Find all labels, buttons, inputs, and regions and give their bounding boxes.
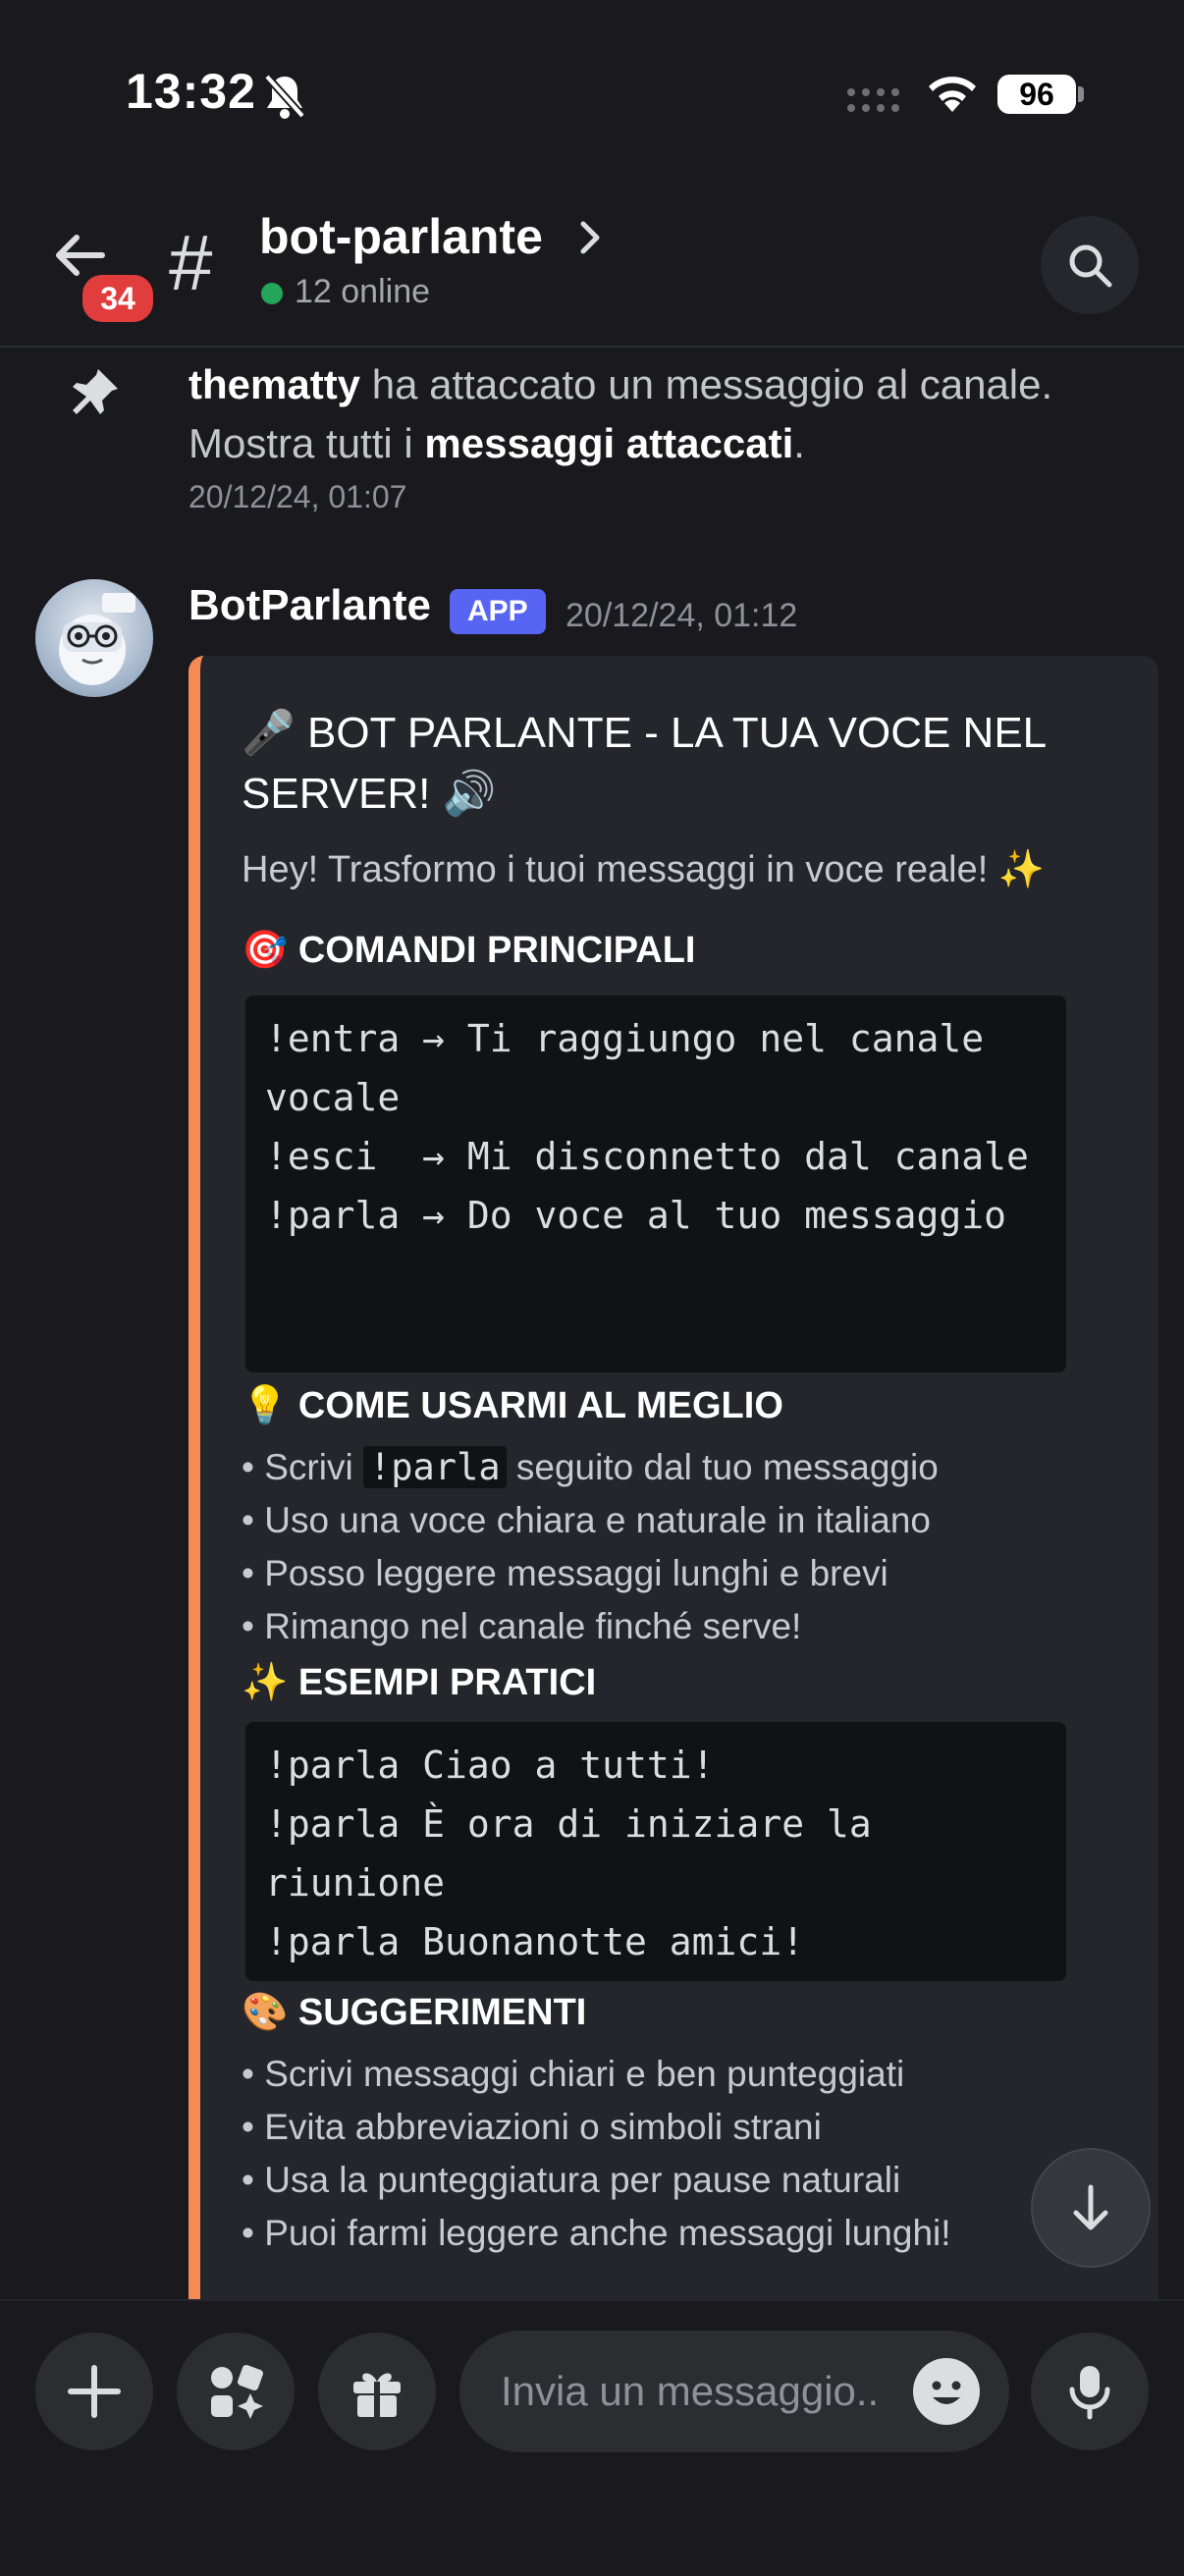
arrow-down-icon [1073, 2184, 1108, 2230]
pinned-messages-link[interactable]: messaggi attaccati [424, 420, 793, 466]
battery-level: 96 [997, 75, 1076, 114]
battery-tip [1078, 86, 1084, 102]
embed-description: Hey! Trasformo i tuoi messaggi in voce r… [242, 849, 1046, 890]
system-message-end: . [793, 420, 805, 466]
emoji-button[interactable] [913, 2358, 980, 2425]
voice-message-button[interactable] [1031, 2333, 1149, 2450]
add-attachment-button[interactable] [35, 2333, 153, 2450]
wifi-icon [929, 77, 976, 112]
status-bar: 13:32 96 [0, 0, 1184, 187]
chevron-right-icon[interactable] [575, 218, 605, 257]
apps-icon [211, 2365, 263, 2419]
message-composer: Invia un messaggio.. [0, 2299, 1184, 2576]
embed-section-commands-title: 🎯 COMANDI PRINCIPALI [242, 930, 696, 971]
usage-bullet-4: • Rimango nel canale finché serve! [242, 1606, 802, 1646]
channel-header: 34 # bot-parlante 12 online [0, 187, 1184, 348]
inline-code: !parla [362, 1446, 507, 1488]
message-timestamp: 20/12/24, 01:12 [565, 597, 798, 634]
microphone-icon [1069, 2366, 1110, 2420]
message-embed: 🎤 BOT PARLANTE - LA TUA VOCE NEL SERVER!… [188, 656, 1158, 2325]
embed-title: 🎤 BOT PARLANTE - LA TUA VOCE NEL SERVER!… [242, 709, 1046, 818]
system-message-timestamp: 20/12/24, 01:07 [188, 479, 407, 514]
message-input-placeholder: Invia un messaggio.. [501, 2368, 880, 2414]
unread-badge: 34 [79, 271, 157, 326]
tips-bullet-2: • Evita abbreviazioni o simboli strani [242, 2107, 822, 2147]
robot-avatar-icon [59, 593, 135, 685]
system-message-user[interactable]: thematty [188, 361, 360, 407]
apps-button[interactable] [177, 2333, 295, 2450]
muted-bell-icon [264, 74, 305, 119]
smile-icon [932, 2381, 961, 2404]
system-message: thematty ha attaccato un messaggio al ca… [188, 355, 1111, 473]
channel-name[interactable]: bot-parlante [259, 208, 543, 265]
online-count: 12 online [295, 273, 431, 310]
usage-bullet-3: • Posso leggere messaggi lunghi e brevi [242, 1553, 888, 1593]
usage-bullet-1: • Scrivi !parla seguito dal tuo messaggi… [242, 1446, 939, 1488]
plus-icon [68, 2365, 121, 2418]
avatar[interactable] [35, 579, 153, 697]
app-tag: APP [450, 589, 546, 634]
online-status-dot [261, 283, 283, 304]
embed-section-examples-title: ✨ ESEMPI PRATICI [242, 1662, 597, 1703]
tips-bullet-1: • Scrivi messaggi chiari e ben punteggia… [242, 2054, 905, 2094]
pin-icon [73, 369, 118, 414]
search-icon [1069, 244, 1112, 288]
message-input[interactable]: Invia un messaggio.. [459, 2331, 1009, 2452]
message-author[interactable]: BotParlante [188, 581, 431, 630]
usage-bullet-2: • Uso una voce chiara e naturale in ital… [242, 1500, 931, 1540]
tips-bullet-3: • Usa la punteggiatura per pause natural… [242, 2160, 901, 2200]
embed-section-usage-title: 💡 COME USARMI AL MEGLIO [242, 1385, 783, 1426]
status-time: 13:32 [126, 64, 256, 119]
tips-bullet-4: • Puoi farmi leggere anche messaggi lung… [242, 2213, 951, 2253]
jump-to-latest-button[interactable] [1031, 2148, 1151, 2268]
channel-hash-icon: # [169, 219, 213, 306]
embed-section-tips-title: 🎨 SUGGERIMENTI [242, 1992, 587, 2033]
gift-button[interactable] [318, 2333, 436, 2450]
examples-code-block: !parla Ciao a tutti! !parla È ora di ini… [245, 1722, 1066, 1981]
commands-code-block: !entra → Ti raggiungo nel canale vocale … [245, 995, 1066, 1372]
cellular-icon [847, 88, 899, 112]
gift-icon [353, 2373, 401, 2417]
search-button[interactable] [1041, 216, 1139, 314]
